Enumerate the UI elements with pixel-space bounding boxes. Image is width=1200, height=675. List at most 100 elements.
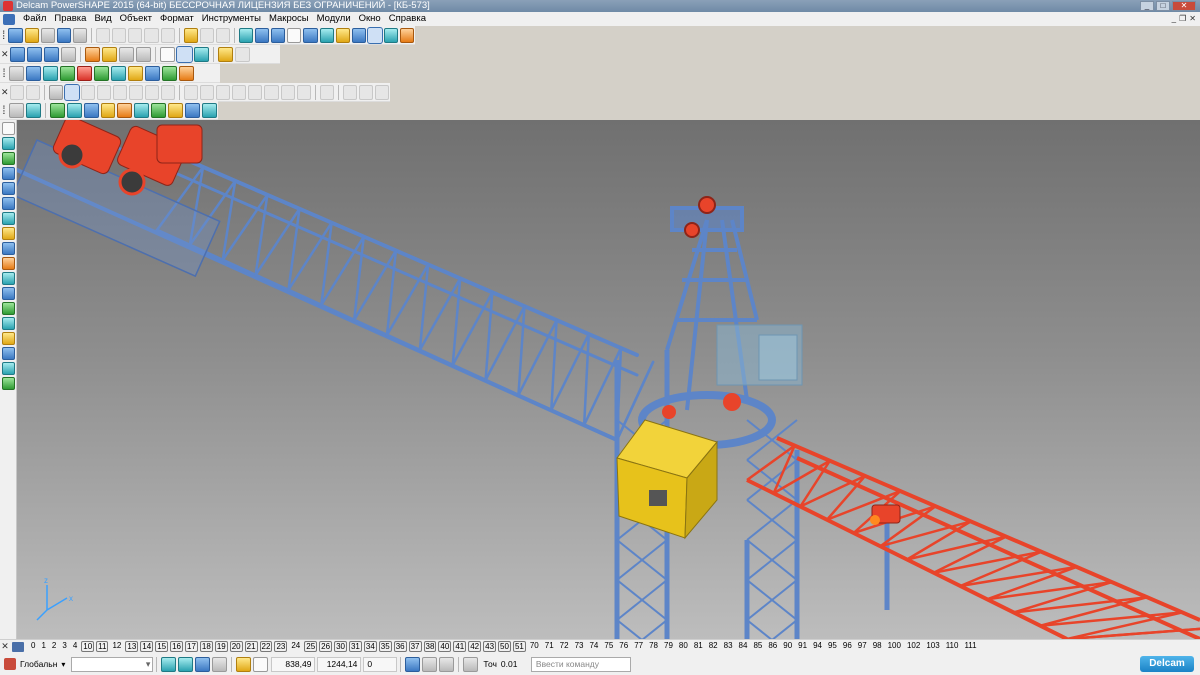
level-43[interactable]: 43 (483, 641, 497, 652)
level-41[interactable]: 41 (453, 641, 467, 652)
graphics-viewport[interactable]: z x (17, 120, 1200, 639)
level-50[interactable]: 50 (498, 641, 511, 652)
redo-icon[interactable] (199, 27, 214, 43)
curve-icon[interactable] (303, 27, 318, 43)
smart-cursor-icon[interactable] (178, 656, 194, 672)
pan-icon[interactable] (235, 46, 250, 62)
analysis-tool-icon[interactable] (2, 362, 15, 375)
level-2[interactable]: 2 (49, 641, 59, 652)
level-bar-close-icon[interactable]: ✕ (0, 641, 10, 652)
object-info-icon[interactable] (238, 27, 254, 43)
snap-icon[interactable] (195, 656, 211, 672)
copy-transform-icon[interactable] (134, 102, 150, 118)
wireframe-icon[interactable] (160, 46, 175, 62)
level-82[interactable]: 82 (706, 641, 721, 652)
solid-spring-icon[interactable] (111, 65, 126, 81)
workplane-combo[interactable] (71, 656, 154, 672)
level-103[interactable]: 103 (923, 641, 942, 652)
level-73[interactable]: 73 (572, 641, 587, 652)
level-14[interactable]: 14 (140, 641, 154, 652)
level-95[interactable]: 95 (825, 641, 840, 652)
level-22[interactable]: 22 (259, 641, 273, 652)
toolbar-close-icon[interactable]: ✕ (1, 83, 9, 102)
menu-object[interactable]: Объект (116, 12, 156, 26)
array-icon[interactable] (151, 102, 167, 118)
repeat-icon[interactable] (215, 27, 230, 43)
zoom-window-icon[interactable] (119, 46, 134, 62)
level-10[interactable]: 10 (81, 641, 95, 652)
level-24[interactable]: 24 (288, 641, 303, 652)
solid-boolean-icon[interactable] (128, 65, 143, 81)
solid-tool-icon[interactable] (2, 257, 15, 270)
surface-edit-icon[interactable] (319, 84, 334, 100)
dimension-icon[interactable] (335, 27, 350, 43)
level-102[interactable]: 102 (904, 641, 923, 652)
arc-tool-icon[interactable] (2, 182, 15, 195)
level-77[interactable]: 77 (631, 641, 646, 652)
level-21[interactable]: 21 (244, 641, 258, 652)
tolerance-icon[interactable] (463, 656, 479, 672)
level-75[interactable]: 75 (601, 641, 616, 652)
solid-extrude-icon[interactable] (26, 65, 41, 81)
level-90[interactable]: 90 (780, 641, 795, 652)
document-icon[interactable] (3, 13, 15, 25)
level-85[interactable]: 85 (750, 641, 765, 652)
assembly-tool-icon[interactable] (2, 302, 15, 315)
lights-icon[interactable] (218, 46, 233, 62)
tolerance-value[interactable]: 0.01 (501, 659, 527, 669)
level-20[interactable]: 20 (229, 641, 243, 652)
level-11[interactable]: 11 (96, 641, 109, 652)
view-bottom-icon[interactable] (27, 46, 42, 62)
level-23[interactable]: 23 (274, 641, 288, 652)
level-80[interactable]: 80 (676, 641, 691, 652)
minimize-button[interactable]: _ (1140, 1, 1154, 11)
save-icon[interactable] (56, 27, 71, 43)
print-icon[interactable] (40, 27, 55, 43)
solid-revolve-icon[interactable] (43, 65, 58, 81)
workspace-dropdown[interactable]: Глобальн ▾ (20, 656, 65, 672)
level-37[interactable]: 37 (408, 641, 422, 652)
level-110[interactable]: 110 (943, 641, 962, 652)
doc-minimize-button[interactable]: _ (1172, 14, 1176, 23)
surface-network-icon[interactable] (161, 84, 176, 100)
solid-cone-icon[interactable] (77, 65, 92, 81)
level-70[interactable]: 70 (527, 641, 542, 652)
surface-block-icon[interactable] (25, 84, 40, 100)
surface-extend-icon[interactable] (280, 84, 295, 100)
select-cursor-icon[interactable] (2, 122, 15, 135)
view-top-icon[interactable] (10, 46, 25, 62)
level-79[interactable]: 79 (661, 641, 676, 652)
solid-fillet-icon[interactable] (162, 65, 177, 81)
surface-convert-icon[interactable] (342, 84, 357, 100)
level-91[interactable]: 91 (795, 641, 810, 652)
level-100[interactable]: 100 (885, 641, 904, 652)
circle-icon[interactable] (287, 27, 302, 43)
text-tool-icon[interactable] (2, 212, 15, 225)
solid-icon[interactable] (366, 26, 383, 44)
surface-icon[interactable] (351, 27, 366, 43)
level-3[interactable]: 3 (59, 641, 69, 652)
surface-revolve-icon[interactable] (144, 84, 160, 100)
tools-icon[interactable] (400, 27, 415, 43)
morph-icon[interactable] (185, 102, 201, 118)
level-15[interactable]: 15 (155, 641, 169, 652)
mesh-tool-icon[interactable] (2, 287, 15, 300)
new-file-icon[interactable] (8, 27, 23, 43)
text-icon[interactable] (319, 27, 334, 43)
level-74[interactable]: 74 (586, 641, 601, 652)
level-0[interactable]: 0 (28, 641, 38, 652)
paste-icon[interactable] (128, 27, 143, 43)
menu-format[interactable]: Формат (156, 12, 198, 26)
doc-restore-button[interactable]: ❐ (1179, 14, 1186, 23)
line-tool-icon[interactable] (2, 167, 15, 180)
measure-icon[interactable] (236, 656, 252, 672)
workplane-create-icon[interactable] (2, 152, 15, 165)
level-16[interactable]: 16 (170, 641, 184, 652)
toolbar-close-icon[interactable]: ✕ (1, 45, 9, 64)
command-input[interactable]: Ввести команду (530, 656, 631, 672)
menu-macros[interactable]: Макросы (265, 12, 313, 26)
grid-icon[interactable] (253, 656, 269, 672)
level-25[interactable]: 25 (304, 641, 318, 652)
surface-join-icon[interactable] (264, 84, 279, 100)
level-78[interactable]: 78 (646, 641, 661, 652)
